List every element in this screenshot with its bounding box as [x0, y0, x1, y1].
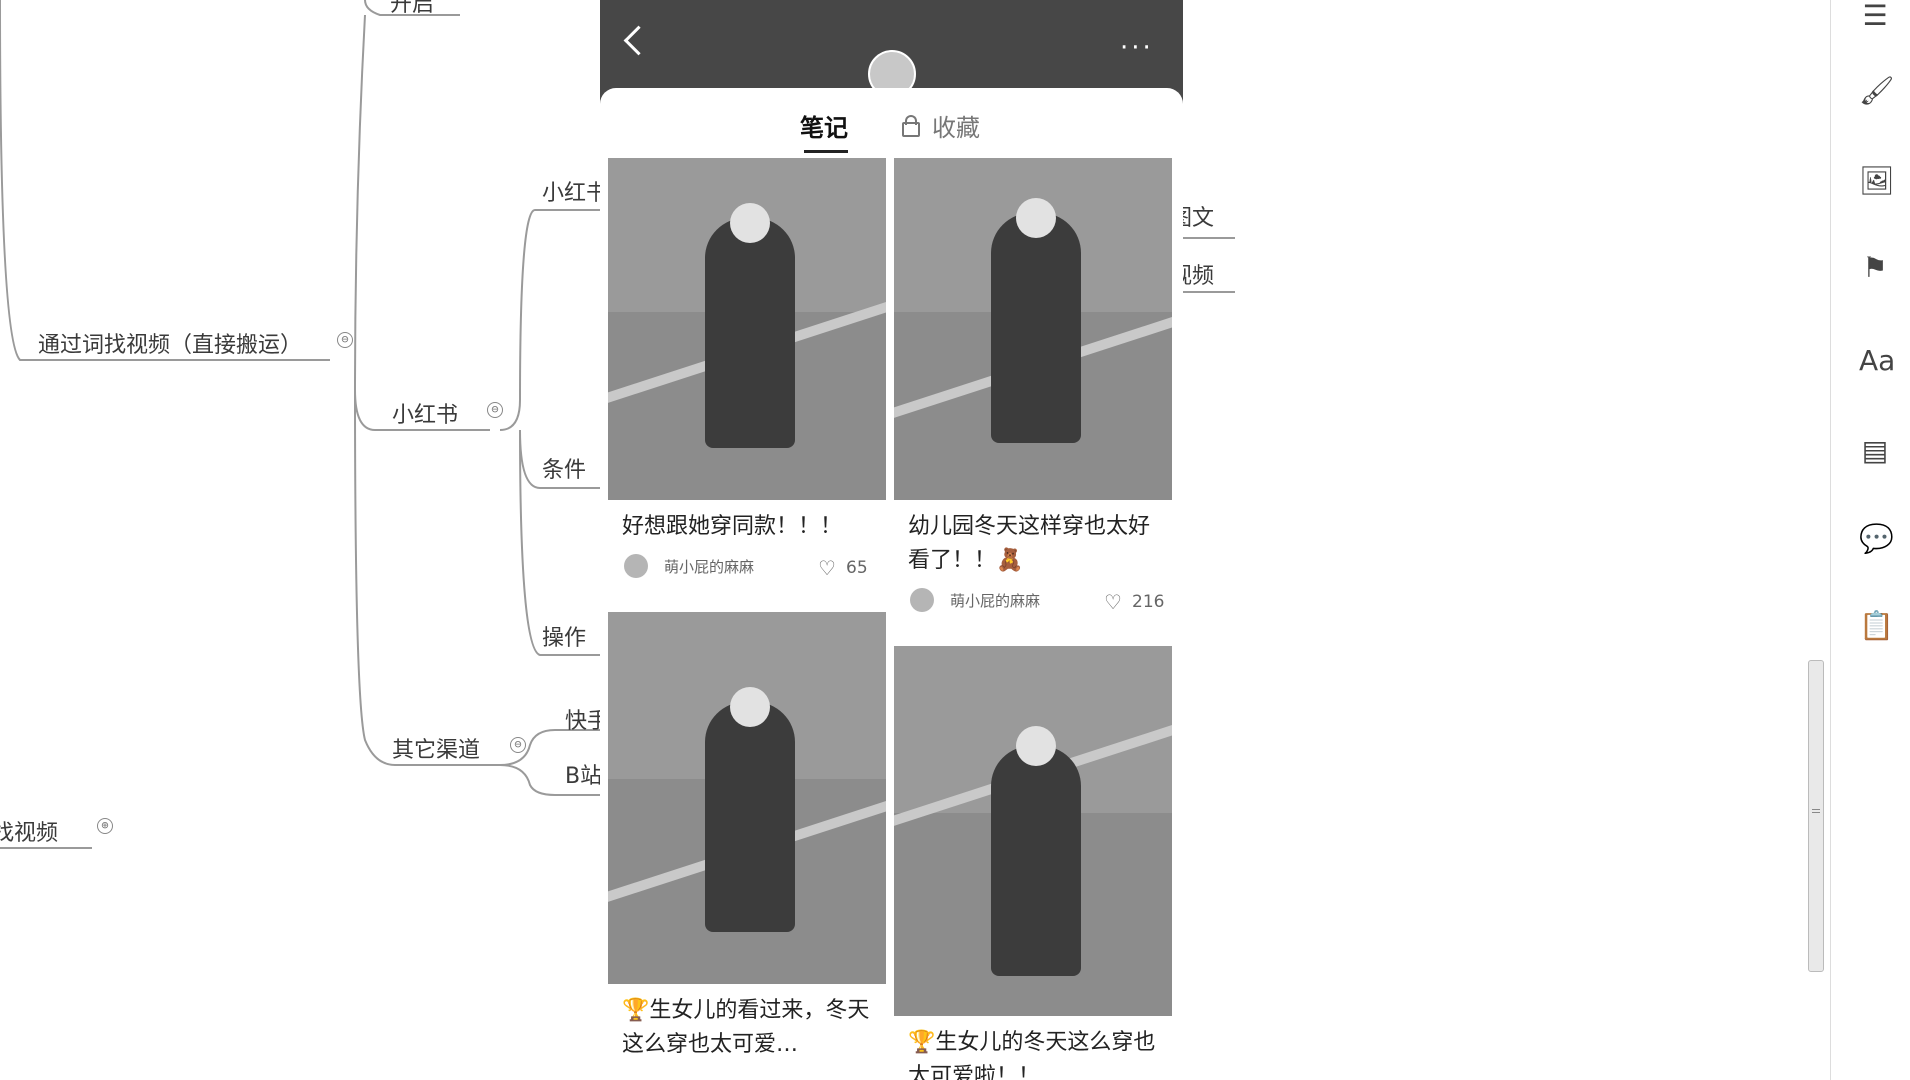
note-title: 🏆生女儿的看过来，冬天这么穿也太可爱… [622, 998, 870, 1057]
image-icon[interactable]: 🖼 [1859, 165, 1895, 197]
mindmap-node-top[interactable]: 开启 [390, 0, 434, 18]
note-photo [608, 612, 886, 984]
author-name: 萌小屁的麻麻 [664, 558, 755, 576]
collapse-icon[interactable]: ⊖ [510, 737, 526, 753]
note-title: 🏆生女儿的冬天这么穿也太可爱啦！！ [908, 1030, 1156, 1080]
expand-icon[interactable]: ⊕ [97, 818, 113, 834]
document-icon[interactable]: ▤ [1859, 435, 1891, 467]
author-avatar [624, 554, 648, 578]
flag-icon[interactable]: ⚑ [1859, 252, 1891, 284]
mindmap-node-find-video[interactable]: 找视频 [0, 815, 58, 847]
vertical-scrollbar[interactable] [1808, 660, 1824, 972]
note-card[interactable]: 幼儿园冬天这样穿也太好看了！！🧸 萌小屁的麻麻 ♡ 216 [894, 158, 1172, 620]
note-card[interactable]: 🏆生女儿的冬天这么穿也太可爱啦！！ [894, 646, 1172, 1080]
notes-panel: 笔记 收藏 好想跟她穿同款！！！ 萌小屁的麻麻 ♡ 65 幼儿园冬天这样穿也太好… [600, 88, 1183, 1080]
author-avatar [910, 588, 934, 612]
heart-icon[interactable]: ♡ [818, 556, 836, 580]
author-name: 萌小屁的麻麻 [950, 592, 1041, 610]
right-toolbar: ☰ 🖌 🖼 ⚑ Aa ▤ 💬 📋 [1830, 0, 1910, 1080]
tab-favorites[interactable]: 收藏 [932, 108, 980, 143]
heart-icon[interactable]: ♡ [1104, 590, 1122, 614]
collapse-icon[interactable]: ⊖ [337, 332, 353, 348]
mindmap-node-conditions[interactable]: 条件 [542, 452, 586, 484]
mindmap-node-operations[interactable]: 操作 [542, 620, 586, 652]
note-card[interactable]: 好想跟她穿同款！！！ 萌小屁的麻麻 ♡ 65 [608, 158, 886, 586]
back-icon[interactable] [623, 25, 654, 56]
clipboard-icon[interactable]: 📋 [1859, 610, 1894, 642]
tab-bar: 笔记 收藏 [600, 108, 1183, 158]
note-title: 幼儿园冬天这样穿也太好看了！！🧸 [908, 514, 1151, 573]
note-meta: 萌小屁的麻麻 ♡ 65 [608, 550, 886, 586]
scrollbar-grip[interactable] [1812, 809, 1820, 813]
note-photo [894, 158, 1172, 500]
collapse-icon[interactable]: ⊖ [487, 402, 503, 418]
more-icon[interactable]: ··· [1120, 35, 1154, 61]
tab-notes[interactable]: 笔记 [800, 108, 848, 153]
mindmap-node-other-channels[interactable]: 其它渠道 [392, 732, 480, 764]
note-title: 好想跟她穿同款！！！ [622, 514, 843, 539]
like-count: 216 [1132, 592, 1165, 612]
profile-header: ··· [600, 0, 1183, 98]
mindmap-node-xiaohongshu[interactable]: 小红书 [392, 397, 458, 429]
mindmap-node-bilibili[interactable]: B站 [565, 758, 602, 790]
mindmap-node-find-by-keyword[interactable]: 通过词找视频（直接搬运） [38, 327, 302, 359]
note-card[interactable]: 🏆生女儿的看过来，冬天这么穿也太可爱… [608, 612, 886, 1062]
note-meta: 萌小屁的麻麻 ♡ 216 [894, 584, 1172, 620]
note-photo [894, 646, 1172, 1016]
brush-icon[interactable]: 🖌 [1859, 75, 1895, 107]
comment-icon[interactable]: 💬 [1859, 523, 1894, 555]
lock-icon [902, 115, 920, 137]
like-count: 65 [846, 558, 868, 578]
note-photo [608, 158, 886, 500]
outline-icon[interactable]: ☰ [1859, 0, 1891, 32]
phone-screenshot: ··· 笔记 收藏 好想跟她穿同款！！！ 萌小屁的麻麻 ♡ 65 幼儿园冬天这样… [600, 0, 1183, 1080]
mindmap-node-xiaohongshu-child[interactable]: 小红书 [542, 175, 608, 207]
text-style-icon[interactable]: Aa [1859, 345, 1895, 377]
